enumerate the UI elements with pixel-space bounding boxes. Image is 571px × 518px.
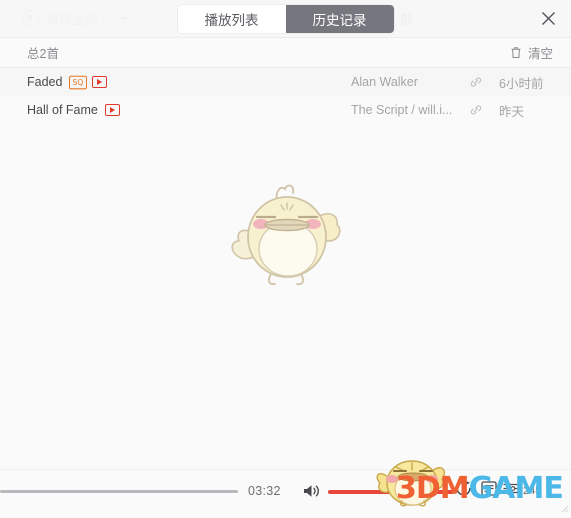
- song-title: Faded: [27, 75, 63, 89]
- clear-history-button[interactable]: 清空: [510, 43, 553, 62]
- share-link-icon[interactable]: [463, 103, 489, 117]
- mv-video-badge[interactable]: [104, 104, 120, 116]
- sq-quality-badge: SQ: [69, 75, 87, 89]
- header-ghost-text: 部: [400, 0, 413, 36]
- equalizer-icon: [503, 482, 519, 495]
- trash-icon: [510, 46, 522, 59]
- volume-button[interactable]: [302, 483, 320, 499]
- playlist-panel-button[interactable]: [481, 481, 497, 502]
- player-control-bar: 03:32 245: [0, 469, 571, 512]
- close-icon: [541, 12, 555, 25]
- song-time-ago: 6小时前: [499, 76, 544, 91]
- tab-history[interactable]: 历史记录: [285, 4, 394, 33]
- current-time-label: 03:32: [248, 484, 281, 498]
- share-link-icon[interactable]: [463, 75, 489, 89]
- music-player-window: 播放全部 + 部 播放列表 历史记录 总2首 清空 Faded SQ Alan …: [0, 0, 571, 513]
- header-ghost-label: 部: [400, 11, 414, 27]
- repeat-icon: [456, 481, 471, 496]
- speaker-icon: [304, 485, 319, 497]
- song-badges: [104, 104, 120, 116]
- play-circle-icon: [22, 9, 39, 27]
- history-song-list: Faded SQ Alan Walker 6小时前 Hall of Fame T…: [0, 68, 571, 124]
- song-title: Hall of Fame: [27, 103, 98, 117]
- playback-progress-slider[interactable]: [0, 490, 238, 493]
- tab-group: 播放列表 历史记录: [177, 4, 394, 33]
- tab-playlist[interactable]: 播放列表: [177, 4, 286, 33]
- volume-slider[interactable]: [328, 490, 454, 494]
- queue-count-badge: 245: [523, 485, 542, 497]
- mv-video-badge[interactable]: [91, 76, 107, 88]
- playlist-icon: [481, 481, 497, 496]
- clear-label: 清空: [527, 47, 553, 61]
- play-all-label: 播放全部: [46, 11, 99, 27]
- add-icon[interactable]: +: [119, 10, 129, 27]
- window-header: 播放全部 + 部 播放列表 历史记录: [0, 0, 571, 38]
- song-badges: SQ: [69, 75, 107, 89]
- song-artist: The Script / will.i...: [351, 103, 453, 117]
- list-toolbar: 总2首 清空: [0, 38, 571, 68]
- equalizer-button[interactable]: [503, 481, 519, 502]
- play-all-ghost-control[interactable]: 播放全部 +: [22, 0, 129, 36]
- total-count-label: 总2首: [27, 47, 59, 61]
- empty-content-area: [0, 124, 571, 469]
- close-button[interactable]: [538, 9, 558, 29]
- chick-mascot-illustration: [221, 179, 351, 299]
- table-row[interactable]: Faded SQ Alan Walker 6小时前: [0, 68, 571, 96]
- table-row[interactable]: Hall of Fame The Script / will.i... 昨天: [0, 96, 571, 124]
- song-time-ago: 昨天: [499, 104, 525, 119]
- repeat-mode-button[interactable]: [455, 480, 472, 502]
- song-artist: Alan Walker: [351, 75, 418, 89]
